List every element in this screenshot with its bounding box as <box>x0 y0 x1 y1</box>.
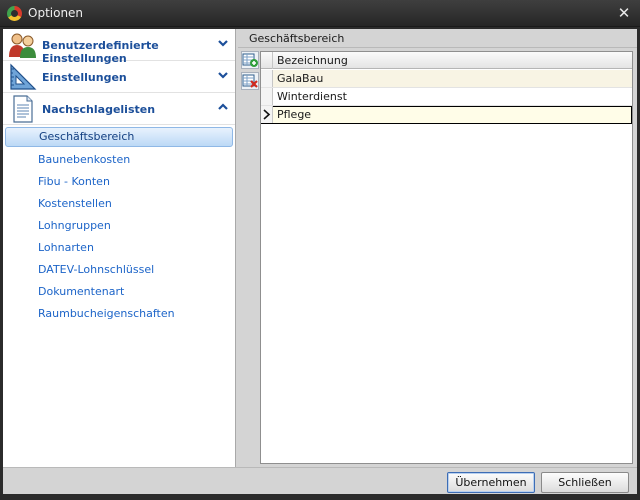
nav-item-dokumentenart[interactable]: Dokumentenart <box>5 281 233 303</box>
ruler-triangle-icon <box>10 63 37 90</box>
table-cell[interactable]: GalaBau <box>277 72 323 85</box>
section-header-lookup-lists[interactable]: Nachschlagelisten <box>3 93 235 125</box>
row-indicator-header <box>261 52 273 69</box>
chevron-down-icon[interactable] <box>217 37 229 49</box>
nav-item-fibu-konten[interactable]: Fibu - Konten <box>5 171 233 193</box>
table-cell[interactable]: Winterdienst <box>277 90 347 103</box>
table-row[interactable]: Pflege <box>261 106 632 124</box>
panel-divider <box>238 47 637 48</box>
section-header-settings[interactable]: Einstellungen <box>3 61 235 93</box>
app-logo-icon <box>7 6 22 21</box>
nav-item-datev-lohnschluessel[interactable]: DATEV-Lohnschlüssel <box>5 259 233 281</box>
section-header-custom-settings[interactable]: Benutzerdefinierte Einstellungen <box>3 29 235 65</box>
add-row-button[interactable] <box>241 51 259 69</box>
chevron-down-icon[interactable] <box>217 69 229 81</box>
document-icon <box>13 95 33 123</box>
chevron-up-icon[interactable] <box>217 101 229 113</box>
users-icon <box>9 33 36 58</box>
dialog-body: Benutzerdefinierte Einstellungen Einstel… <box>3 29 637 494</box>
nav-item-baunebenkosten[interactable]: Baunebenkosten <box>5 149 233 171</box>
table-row[interactable]: Winterdienst <box>261 88 632 106</box>
nav-item-lohngruppen[interactable]: Lohngruppen <box>5 215 233 237</box>
title-bar[interactable]: Optionen ✕ <box>0 0 640 27</box>
window-title: Optionen <box>28 6 84 20</box>
panel-title: Geschäftsbereich <box>249 32 345 45</box>
lookup-list-panel: Geschäftsbereich Bezeichnung GalaBau Win… <box>238 29 637 467</box>
options-window: Optionen ✕ Benutzerdefinierte Einstellun… <box>0 0 640 500</box>
nav-item-raumbucheigenschaften[interactable]: Raumbucheigenschaften <box>5 303 233 325</box>
section-label: Nachschlagelisten <box>42 103 156 116</box>
close-button[interactable]: Schließen <box>541 472 629 493</box>
add-row-icon <box>242 53 258 67</box>
nav-item-kostenstellen[interactable]: Kostenstellen <box>5 193 233 215</box>
apply-button[interactable]: Übernehmen <box>447 472 535 493</box>
options-navigation: Benutzerdefinierte Einstellungen Einstel… <box>3 29 236 467</box>
row-indicator[interactable] <box>261 106 273 123</box>
delete-row-icon <box>242 74 258 88</box>
nav-item-geschaeftsbereich[interactable]: Geschäftsbereich <box>5 127 233 147</box>
table-row[interactable]: GalaBau <box>261 70 632 88</box>
lookup-list-items: Geschäftsbereich Baunebenkosten Fibu - K… <box>3 125 235 325</box>
table-cell[interactable]: Pflege <box>277 108 311 121</box>
nav-item-lohnarten[interactable]: Lohnarten <box>5 237 233 259</box>
close-window-button[interactable]: ✕ <box>616 4 632 22</box>
section-label: Einstellungen <box>42 71 127 84</box>
row-indicator[interactable] <box>261 70 273 87</box>
row-indicator[interactable] <box>261 88 273 105</box>
lookup-grid[interactable]: Bezeichnung GalaBau Winterdienst Pflege <box>260 51 633 464</box>
column-header-bezeichnung[interactable]: Bezeichnung <box>277 54 348 67</box>
delete-row-button[interactable] <box>241 72 259 90</box>
grid-header: Bezeichnung <box>261 52 632 69</box>
current-row-arrow-icon <box>263 109 271 120</box>
dialog-footer: Übernehmen Schließen <box>3 467 637 494</box>
